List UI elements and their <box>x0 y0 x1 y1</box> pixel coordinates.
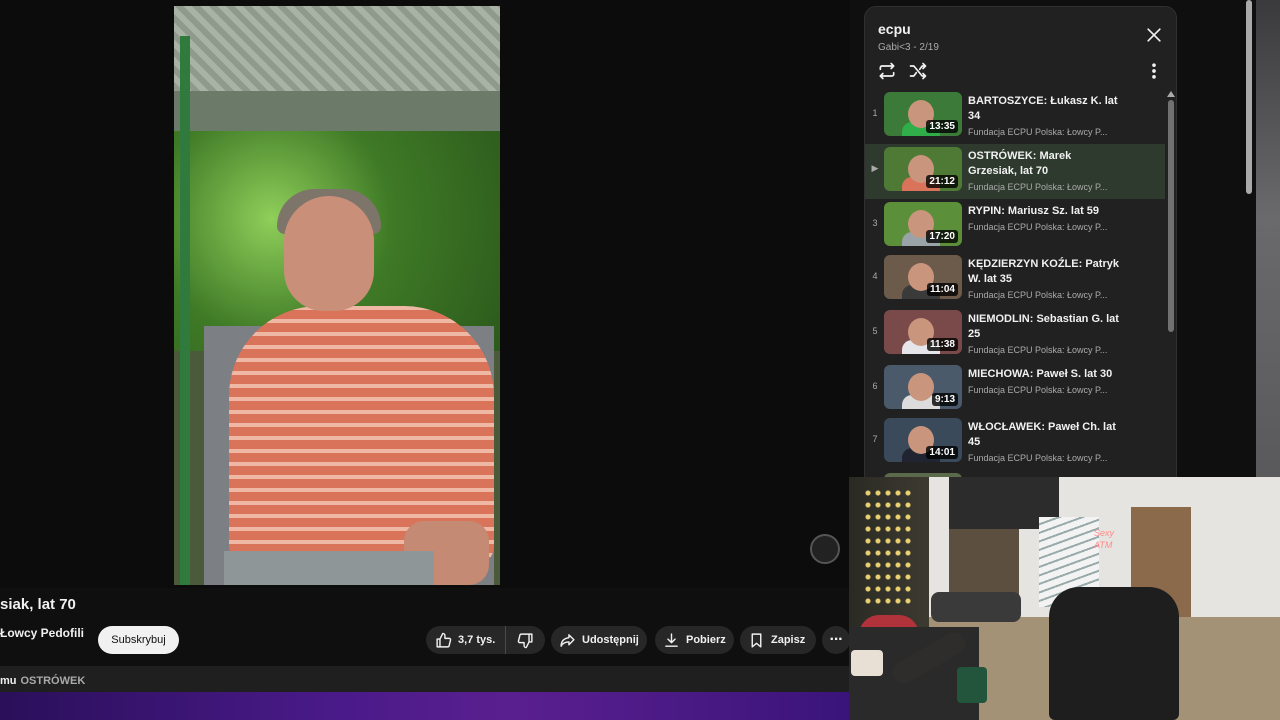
playlist-title[interactable]: ecpu <box>878 21 911 37</box>
playlist-item[interactable]: 1 13:35 BARTOSZYCE: Łukasz K. lat 34 Fundac… <box>865 89 1165 144</box>
duration-badge: 14:01 <box>926 446 958 459</box>
office-chair <box>1049 587 1179 720</box>
video-player[interactable] <box>0 0 850 588</box>
playlist-subtitle: Gabi<3 - 2/19 <box>878 42 939 53</box>
playlist-menu-icon[interactable] <box>1144 61 1164 81</box>
duration-badge: 9:13 <box>931 393 958 406</box>
thumbnail-face <box>908 373 934 401</box>
save-label: Zapisz <box>771 634 806 646</box>
subscribe-button[interactable]: Subskrybuj <box>98 626 179 654</box>
playlist-item-title[interactable]: OSTRÓWEK: Marek Grzesiak, lat 70 <box>968 149 1120 179</box>
shuffle-icon[interactable] <box>908 61 928 81</box>
download-label: Pobierz <box>686 634 726 646</box>
playlist-item-channel[interactable]: Fundacja ECPU Polska: Łowcy P... <box>968 453 1107 463</box>
playlist-item-index: 3 <box>872 218 878 228</box>
duration-badge: 13:35 <box>926 120 958 133</box>
playlist-item-title[interactable]: WŁOCŁAWEK: Paweł Ch. lat 45 <box>968 420 1120 450</box>
playlist-item[interactable]: ▶ 21:12 OSTRÓWEK: Marek Grzesiak, lat 70 Fu… <box>865 144 1165 199</box>
playlist-item-index: 7 <box>872 434 878 444</box>
loop-icon[interactable] <box>877 61 897 81</box>
share-icon <box>560 633 575 647</box>
like-count: 3,7 tys. <box>458 634 496 646</box>
neon-sign: Sexy ATM <box>1094 528 1115 550</box>
green-mug <box>957 667 987 703</box>
playlist-item[interactable]: 5 11:38 NIEMODLIN: Sebastian G. lat 25 Fund… <box>865 307 1165 362</box>
video-thumbnail[interactable]: 13:35 <box>884 92 962 136</box>
screen: siak, lat 70 Łowcy Pedofili Subskrybuj 3… <box>0 0 1280 720</box>
more-actions-button[interactable]: ··· <box>822 626 850 654</box>
playlist-item-channel[interactable]: Fundacja ECPU Polska: Łowcy P... <box>968 290 1107 300</box>
playlist-item-channel[interactable]: Fundacja ECPU Polska: Łowcy P... <box>968 385 1107 395</box>
playlist-item-index: 6 <box>872 381 878 391</box>
playlist-item-channel[interactable]: Fundacja ECPU Polska: Łowcy P... <box>968 222 1107 232</box>
playlist-item[interactable]: 3 17:20 RYPIN: Mariusz Sz. lat 59 Fundacja … <box>865 199 1165 252</box>
page-scrollbar[interactable] <box>1246 0 1252 194</box>
description-prefix: mu <box>0 675 17 687</box>
video-thumbnail[interactable]: 11:04 <box>884 255 962 299</box>
playlist-item-index: 4 <box>872 271 878 281</box>
playlist-item-channel[interactable]: Fundacja ECPU Polska: Łowcy P... <box>968 127 1107 137</box>
playlist-header: ecpu Gabi<3 - 2/19 <box>865 7 1176 87</box>
promo-banner <box>0 692 850 720</box>
person-head <box>284 196 374 311</box>
video-thumbnail[interactable]: 21:12 <box>884 147 962 191</box>
video-frame[interactable] <box>174 6 500 585</box>
like-button[interactable]: 3,7 tys. <box>426 626 506 654</box>
video-title: siak, lat 70 <box>0 596 76 613</box>
like-dislike-group: 3,7 tys. <box>426 626 545 654</box>
duration-badge: 17:20 <box>926 230 958 243</box>
bookmark-icon <box>751 632 762 648</box>
playlist-item[interactable]: 7 14:01 WŁOCŁAWEK: Paweł Ch. lat 45 Fundacj… <box>865 415 1165 470</box>
playlist-item-index: 5 <box>872 326 878 336</box>
white-cup <box>851 650 883 676</box>
description-tag[interactable]: OSTRÓWEK <box>21 675 86 687</box>
thumbs-down-icon <box>517 632 533 648</box>
room-window <box>949 529 1019 595</box>
person-shorts <box>224 551 434 585</box>
webcam-overlay: Sexy ATM <box>849 477 1280 720</box>
playlist-item-title[interactable]: KĘDZIERZYN KOŹLE: Patryk W. lat 35 <box>968 257 1120 287</box>
playlist-item-title[interactable]: BARTOSZYCE: Łukasz K. lat 34 <box>968 94 1120 124</box>
download-icon <box>665 632 678 647</box>
video-thumbnail[interactable]: 9:13 <box>884 365 962 409</box>
share-button[interactable]: Udostępnij <box>551 626 647 654</box>
playlist-item-title[interactable]: MIECHOWA: Paweł S. lat 30 <box>968 367 1120 382</box>
playlist-item-index: 1 <box>872 108 878 118</box>
scroll-up-icon[interactable] <box>1167 91 1175 97</box>
video-thumbnail[interactable]: 11:38 <box>884 310 962 354</box>
channel-name[interactable]: Łowcy Pedofili <box>0 626 84 640</box>
share-label: Udostępnij <box>582 634 639 646</box>
duration-badge: 11:38 <box>926 338 958 351</box>
swing-frame <box>180 36 190 585</box>
download-button[interactable]: Pobierz <box>655 626 734 654</box>
tree-lights <box>863 487 913 607</box>
playlist-item-channel[interactable]: Fundacja ECPU Polska: Łowcy P... <box>968 345 1107 355</box>
playlist-items: 1 13:35 BARTOSZYCE: Łukasz K. lat 34 Fundac… <box>865 89 1165 505</box>
save-button[interactable]: Zapisz <box>740 626 816 654</box>
dislike-button[interactable] <box>506 626 544 654</box>
playlist-scrollbar[interactable] <box>1168 100 1174 332</box>
duration-badge: 11:04 <box>926 283 958 296</box>
close-icon[interactable] <box>1144 25 1164 45</box>
playlist-item-title[interactable]: NIEMODLIN: Sebastian G. lat 25 <box>968 312 1120 342</box>
thumbs-up-icon <box>436 632 452 648</box>
video-thumbnail[interactable]: 17:20 <box>884 202 962 246</box>
video-thumbnail[interactable]: 14:01 <box>884 418 962 462</box>
sofa <box>931 592 1021 622</box>
playlist-item-title[interactable]: RYPIN: Mariusz Sz. lat 59 <box>968 204 1120 219</box>
channel-watermark-icon[interactable] <box>810 534 840 564</box>
playlist-item[interactable]: 6 9:13 MIECHOWA: Paweł S. lat 30 Fundacja E… <box>865 362 1165 415</box>
duration-badge: 21:12 <box>926 175 958 188</box>
playlist-item[interactable]: 4 11:04 KĘDZIERZYN KOŹLE: Patryk W. lat 35… <box>865 252 1165 307</box>
playlist-panel: ecpu Gabi<3 - 2/19 1 13:35 BARTOSZYCE: Łuk… <box>864 6 1177 506</box>
description-box[interactable]: mu OSTRÓWEK <box>0 666 850 692</box>
playlist-item-index: ▶ <box>871 163 879 173</box>
playlist-item-channel[interactable]: Fundacja ECPU Polska: Łowcy P... <box>968 182 1107 192</box>
